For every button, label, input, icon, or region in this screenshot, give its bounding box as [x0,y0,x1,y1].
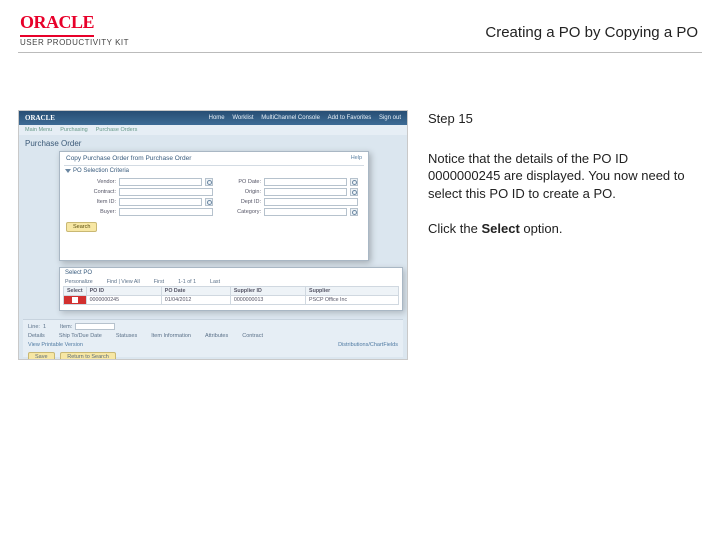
table-row: 0000000245 01/04/2012 0000000013 PSCP Of… [64,296,399,305]
cell-supid: 0000000013 [230,296,305,305]
results-table: Select PO ID PO Date Supplier ID Supplie… [63,286,399,305]
pager-count: 1-1 of 1 [178,279,196,285]
col-poid: PO ID [86,287,161,296]
lbl-origin: Origin: [223,189,261,195]
cell-date: 01/04/2012 [161,296,230,305]
cell-poid: 0000000245 [86,296,161,305]
modal-section-header[interactable]: PO Selection Criteria [60,166,368,176]
section-label: PO Selection Criteria [73,168,129,174]
tab-details[interactable]: Details [28,333,45,339]
tab-iteminfo[interactable]: Item Information [151,333,191,339]
instruction-text-1: Notice that the details of the PO ID 000… [428,150,702,203]
lbl-line: Line: [28,324,40,330]
modal-help-link[interactable]: Help [351,155,362,161]
crumb-po[interactable]: Purchase Orders [96,127,138,133]
select-icon [72,297,78,303]
results-title: Select PO [60,268,402,278]
pager-last[interactable]: Last [210,279,220,285]
col-sup: Supplier [306,287,399,296]
lookup-icon[interactable] [350,208,358,216]
instruction-text-2: Click the Select option. [428,220,702,238]
lbl-category: Category: [223,209,261,215]
pager-first[interactable]: First [154,279,164,285]
collapse-icon [65,169,71,173]
app-topbar: ORACLE Home Worklist MultiChannel Consol… [19,111,407,125]
embedded-screenshot: ORACLE Home Worklist MultiChannel Consol… [18,110,408,360]
tab-statuses[interactable]: Statuses [116,333,137,339]
search-button[interactable]: Search [66,222,97,232]
tab-shipto[interactable]: Ship To/Due Date [59,333,102,339]
nav-fav[interactable]: Add to Favorites [328,115,372,121]
crumb-main[interactable]: Main Menu [25,127,52,133]
step-label: Step 15 [428,110,702,128]
lbl-itemid: Item ID: [78,199,116,205]
link-distributions[interactable]: Distributions/ChartFields [338,342,398,348]
instruction-panel: Step 15 Notice that the details of the P… [428,110,702,520]
brand-logo: ORACLE USER PRODUCTIVITY KIT [20,12,129,47]
col-date: PO Date [161,287,230,296]
select-keyword: Select [481,221,519,236]
val-line: 1 [43,324,46,330]
lower-panel: Line:1 Item: Details Ship To/Due Date St… [23,319,403,357]
buyer-input[interactable] [119,208,213,216]
contract-input[interactable] [119,188,213,196]
app-page-title: Purchase Order [19,135,407,152]
lookup-icon[interactable] [350,188,358,196]
table-header-row: Select PO ID PO Date Supplier ID Supplie… [64,287,399,296]
tab-contract[interactable]: Contract [242,333,263,339]
pager-find[interactable]: Find | View All [107,279,140,285]
header-divider [18,52,702,53]
col-supid: Supplier ID [230,287,305,296]
lbl-contract: Contract: [78,189,116,195]
podate-input[interactable] [264,178,347,186]
vendor-input[interactable] [119,178,202,186]
save-button[interactable]: Save [28,352,55,360]
lookup-icon[interactable] [205,198,213,206]
nav-signout[interactable]: Sign out [379,115,401,121]
app-nav: Home Worklist MultiChannel Console Add t… [203,115,401,121]
nav-mcc[interactable]: MultiChannel Console [261,115,320,121]
app-brand: ORACLE [25,114,55,122]
tab-attrs[interactable]: Attributes [205,333,228,339]
deptid-input[interactable] [264,198,358,206]
calendar-icon[interactable] [350,178,358,186]
select-option[interactable] [64,296,87,305]
breadcrumb: Main Menu Purchasing Purchase Orders [19,125,407,135]
lbl-vendor: Vendor: [78,179,116,185]
brand-sub: USER PRODUCTIVITY KIT [20,38,129,47]
nav-home[interactable]: Home [209,115,225,121]
itemid-input[interactable] [119,198,202,206]
lbl-deptid: Dept ID: [223,199,261,205]
item-input[interactable] [75,323,115,330]
return-button[interactable]: Return to Search [60,352,116,360]
category-input[interactable] [264,208,347,216]
cell-sup: PSCP Office Inc [306,296,399,305]
pager-personalize[interactable]: Personalize [65,279,93,285]
origin-input[interactable] [264,188,347,196]
copy-po-modal: Copy Purchase Order from Purchase Order … [59,151,369,261]
page-title: Creating a PO by Copying a PO [485,24,698,41]
lbl-podate: PO Date: [223,179,261,185]
brand-name: ORACLE [20,12,94,37]
crumb-purchasing[interactable]: Purchasing [60,127,88,133]
nav-worklist[interactable]: Worklist [232,115,253,121]
results-panel: Select PO Personalize Find | View All Fi… [59,267,403,311]
link-printable[interactable]: View Printable Version [28,342,83,348]
lbl-item: Item: [60,324,72,330]
col-select: Select [64,287,87,296]
modal-title: Copy Purchase Order from Purchase Order [60,152,368,165]
lookup-icon[interactable] [205,178,213,186]
lbl-buyer: Buyer: [78,209,116,215]
